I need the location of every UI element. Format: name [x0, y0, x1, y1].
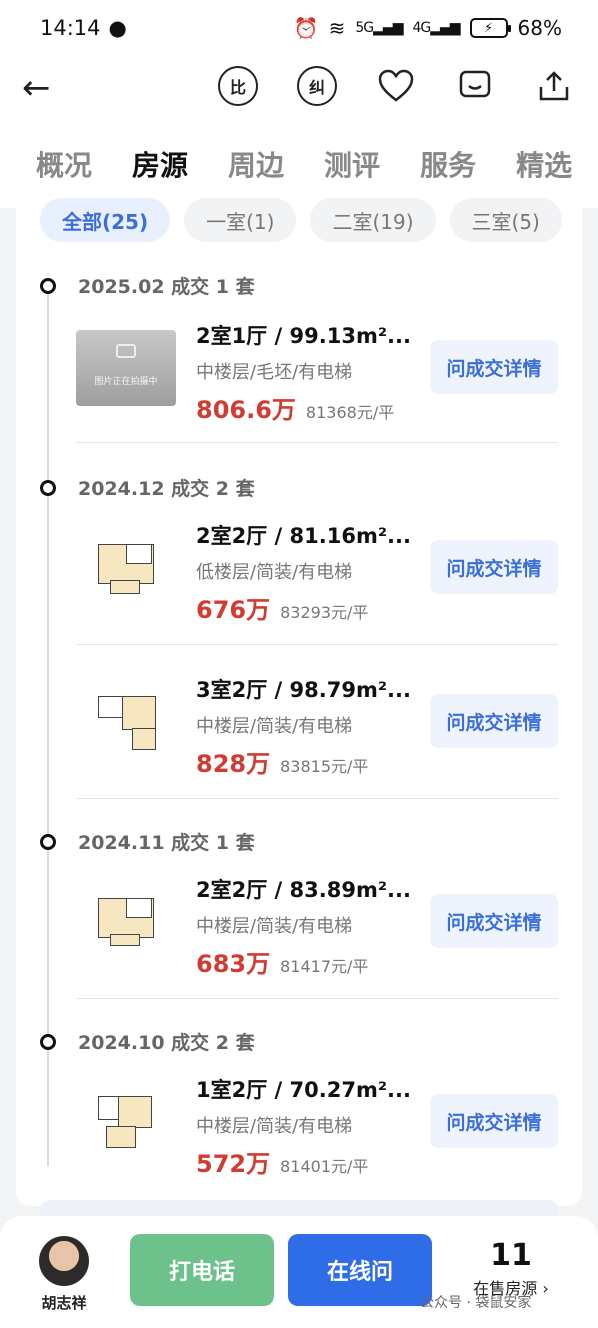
- filter-2room[interactable]: 二室(19): [310, 198, 436, 242]
- tab-services[interactable]: 服务: [420, 144, 476, 184]
- floor-plan-image: [76, 684, 176, 760]
- filter-1room[interactable]: 一室(1): [184, 198, 297, 242]
- battery-level: 68%: [517, 16, 562, 40]
- list-item[interactable]: 1室2厅 / 70.27m²... 中楼层/简装/有电梯 572万 81401元…: [76, 1074, 558, 1184]
- listing-title: 2室2厅 / 81.16m²...: [196, 524, 411, 548]
- timeline-dot: [40, 1033, 56, 1050]
- listing-unit-price: 81368元/平: [305, 403, 395, 422]
- listing-specs: 中楼层/简装/有电梯: [196, 916, 353, 937]
- battery-icon: ⚡: [469, 18, 511, 38]
- listing-specs: 中楼层/简装/有电梯: [196, 1116, 353, 1137]
- back-arrow-icon[interactable]: ←: [22, 68, 62, 108]
- divider: [76, 442, 558, 443]
- listing-unit-price: 81417元/平: [280, 957, 369, 976]
- group-header: 2024.11 成交 1 套: [40, 828, 255, 855]
- listing-photo: 图片正在拍摄中: [76, 330, 176, 406]
- listing-unit-price: 83815元/平: [280, 757, 369, 776]
- room-filter: 全部(25) 一室(1) 二室(19) 三室(5): [40, 198, 562, 242]
- alarm-icon: ⏰: [293, 16, 319, 40]
- divider: [76, 998, 558, 999]
- group-title: 2024.10 成交 2 套: [78, 1032, 255, 1054]
- message-icon: ●: [108, 16, 127, 40]
- listing-specs: 中楼层/简装/有电梯: [196, 716, 353, 737]
- tab-featured[interactable]: 精选: [516, 144, 572, 184]
- watermark: 公众号 · 袋鼠安家: [420, 1295, 532, 1311]
- listing-price: 572万: [196, 1150, 271, 1178]
- list-item[interactable]: 图片正在拍摄中 2室1厅 / 99.13m²... 中楼层/毛坯/有电梯 806…: [76, 320, 558, 430]
- tab-bar: 概况 房源 周边 测评 服务 精选: [0, 120, 598, 208]
- filter-all[interactable]: 全部(25): [40, 198, 171, 242]
- signal-4g: 4G▂▄▆: [412, 20, 460, 36]
- share-icon[interactable]: [534, 66, 574, 106]
- tab-listings[interactable]: 房源: [132, 144, 188, 184]
- listing-price: 806.6万: [196, 396, 296, 424]
- listing-price: 828万: [196, 750, 271, 778]
- toolbar: ← 比 纠: [0, 56, 598, 120]
- listing-unit-price: 83293元/平: [280, 603, 369, 622]
- online-ask-button[interactable]: 在线问: [288, 1234, 432, 1306]
- listing-title: 1室2厅 / 70.27m²...: [196, 1078, 411, 1102]
- chat-icon[interactable]: [455, 66, 495, 106]
- floor-plan-image: [76, 884, 176, 960]
- listing-title: 3室2厅 / 98.79m²...: [196, 678, 411, 702]
- on-sale-listings-link[interactable]: 11 在售房源 ›: [466, 1238, 556, 1299]
- tab-review[interactable]: 测评: [324, 144, 380, 184]
- listing-unit-price: 81401元/平: [280, 1157, 369, 1176]
- ask-deal-details-button[interactable]: 问成交详情: [430, 340, 558, 394]
- group-title: 2024.12 成交 2 套: [78, 478, 255, 500]
- listing-title: 2室1厅 / 99.13m²...: [196, 324, 411, 348]
- timeline-dot: [40, 833, 56, 850]
- ask-deal-details-button[interactable]: 问成交详情: [430, 894, 558, 948]
- ask-deal-details-button[interactable]: 问成交详情: [430, 540, 558, 594]
- ask-deal-details-button[interactable]: 问成交详情: [430, 1094, 558, 1148]
- signal-5g: 5G▂▄▆: [355, 20, 403, 36]
- divider: [76, 644, 558, 645]
- timeline-dot: [40, 277, 56, 294]
- group-header: 2024.10 成交 2 套: [40, 1028, 255, 1055]
- call-button[interactable]: 打电话: [130, 1234, 274, 1306]
- group-title: 2025.02 成交 1 套: [78, 276, 255, 298]
- camera-icon: [116, 344, 136, 358]
- listing-price: 683万: [196, 950, 271, 978]
- clock: 14:14: [40, 16, 101, 40]
- transactions-card: 全部(25) 一室(1) 二室(19) 三室(5) 2025.02 成交 1 套…: [16, 196, 582, 1206]
- floor-plan-image: [76, 1084, 176, 1160]
- listing-price: 676万: [196, 596, 271, 624]
- wifi-icon: ≋: [328, 16, 346, 40]
- correct-icon[interactable]: 纠: [297, 66, 337, 106]
- group-title: 2024.11 成交 1 套: [78, 832, 255, 854]
- listing-specs: 低楼层/简装/有电梯: [196, 562, 353, 583]
- list-item[interactable]: 2室2厅 / 81.16m²... 低楼层/简装/有电梯 676万 83293元…: [76, 520, 558, 630]
- floor-plan-image: [76, 530, 176, 606]
- agent-profile[interactable]: 胡志祥: [36, 1236, 92, 1313]
- tab-overview[interactable]: 概况: [36, 144, 92, 184]
- timeline-dot: [40, 479, 56, 496]
- group-header: 2025.02 成交 1 套: [40, 272, 255, 299]
- list-item[interactable]: 3室2厅 / 98.79m²... 中楼层/简装/有电梯 828万 83815元…: [76, 674, 558, 784]
- group-header: 2024.12 成交 2 套: [40, 474, 255, 501]
- listing-specs: 中楼层/毛坯/有电梯: [196, 362, 353, 383]
- list-item[interactable]: 2室2厅 / 83.89m²... 中楼层/简装/有电梯 683万 81417元…: [76, 874, 558, 984]
- avatar[interactable]: [39, 1236, 89, 1286]
- divider: [76, 798, 558, 799]
- filter-3room[interactable]: 三室(5): [449, 198, 562, 242]
- listing-title: 2室2厅 / 83.89m²...: [196, 878, 411, 902]
- ask-deal-details-button[interactable]: 问成交详情: [430, 694, 558, 748]
- photo-placeholder-text: 图片正在拍摄中: [94, 377, 158, 387]
- compare-icon[interactable]: 比: [218, 66, 258, 106]
- on-sale-count: 11: [490, 1238, 532, 1273]
- agent-name: 胡志祥: [41, 1294, 87, 1312]
- status-bar: 14:14 ● ⏰ ≋ 5G▂▄▆ 4G▂▄▆ ⚡ 68%: [0, 0, 598, 56]
- heart-icon[interactable]: [376, 66, 416, 106]
- tab-surroundings[interactable]: 周边: [228, 144, 284, 184]
